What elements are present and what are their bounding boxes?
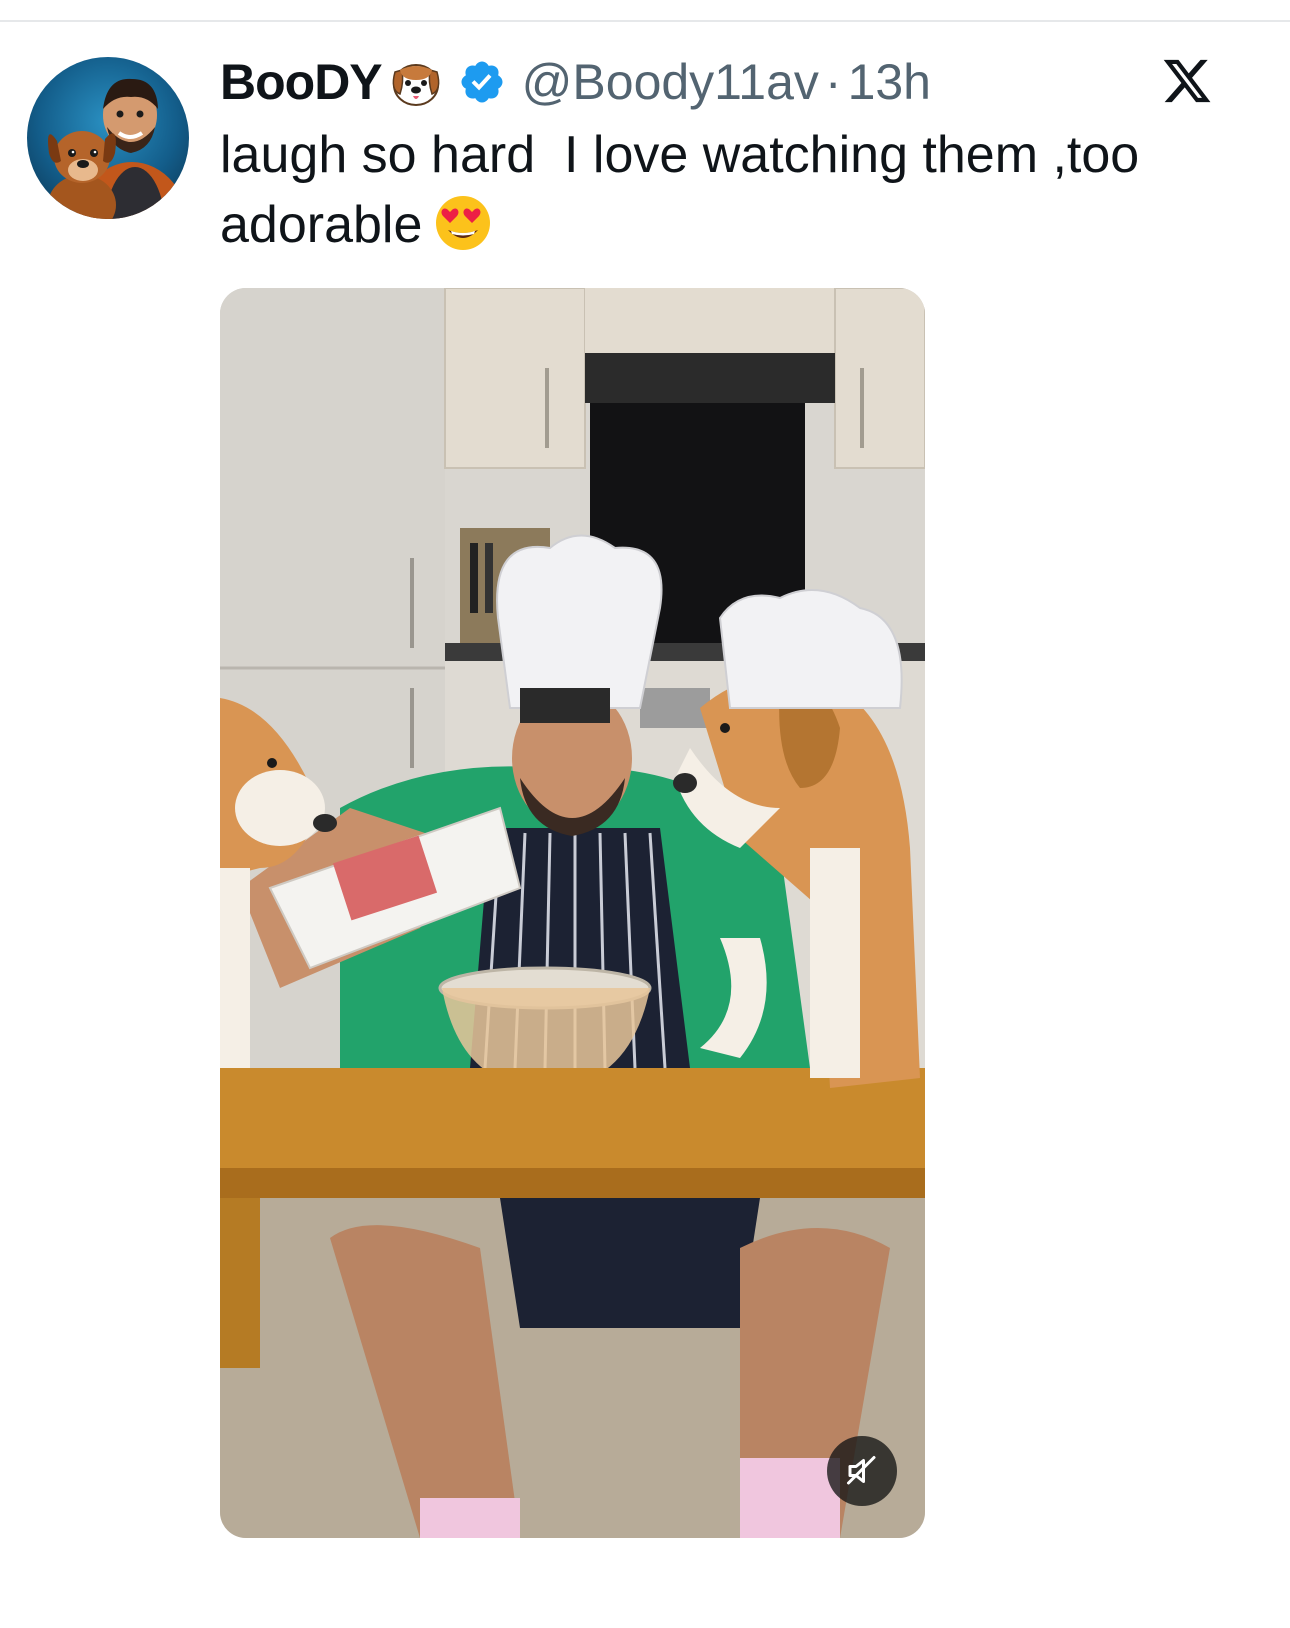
tweet-timestamp[interactable]: 13h [848,53,931,111]
author-handle[interactable]: @Boody11av [522,53,819,111]
dog-face-emoji-icon [386,52,446,112]
author-avatar[interactable] [27,57,189,219]
tweet-body: laugh so hard I love watching them ,too … [220,126,1154,254]
author-display-name[interactable]: BooDY [220,53,383,111]
heart-eyes-emoji-icon [434,194,492,252]
tweet-text: laugh so hard I love watching them ,too … [220,120,1230,260]
tweet-video[interactable] [220,288,925,1538]
top-divider [0,20,1290,22]
separator-dot: · [824,54,842,110]
tweet-header: BooDY @Boody11av · 13h [220,50,931,114]
verified-badge-icon[interactable] [458,58,506,106]
x-logo-icon [1160,55,1214,107]
muted-speaker-icon [844,1453,880,1489]
mute-toggle-button[interactable] [827,1436,897,1506]
